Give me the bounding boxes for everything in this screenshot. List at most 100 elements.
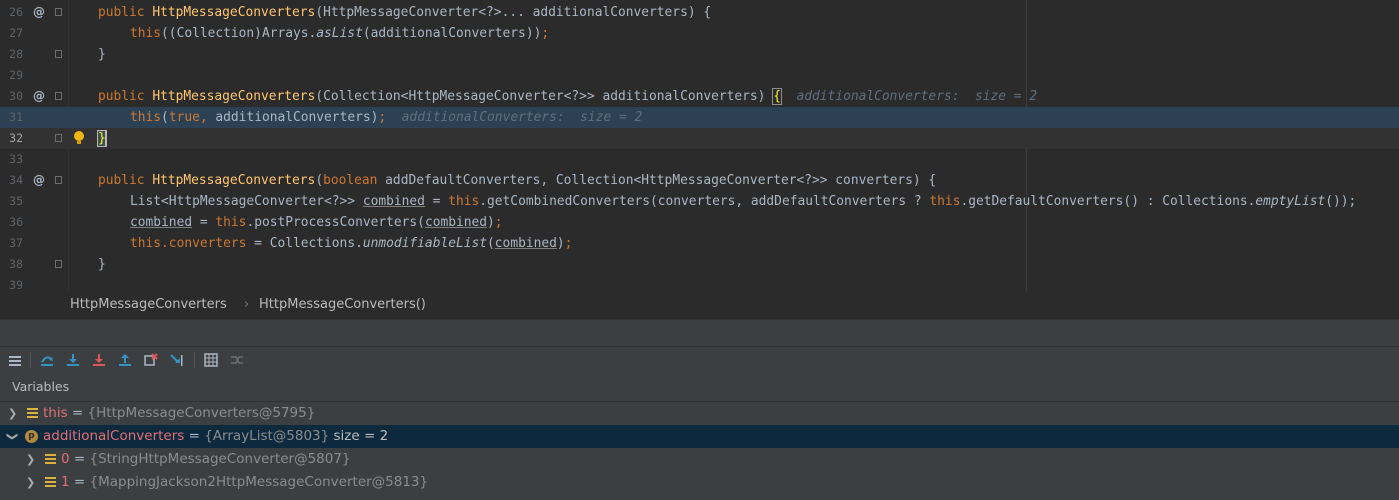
keyword: this bbox=[929, 194, 961, 209]
lightbulb-icon[interactable] bbox=[74, 131, 84, 144]
variable-name: 0 bbox=[61, 451, 70, 467]
evaluate-icon[interactable] bbox=[204, 353, 218, 367]
text-caret bbox=[104, 131, 107, 146]
override-marker-icon[interactable]: @ bbox=[33, 170, 45, 191]
variable-row[interactable]: ❯ this = {HttpMessageConverters@5795} bbox=[0, 402, 1399, 425]
variables-header: Variables bbox=[0, 373, 1399, 402]
fold-end-icon[interactable] bbox=[55, 134, 62, 142]
keyword: this bbox=[130, 110, 162, 125]
static-method: emptyList bbox=[1255, 194, 1326, 209]
parameter-icon: p bbox=[25, 430, 38, 443]
code-text: ( bbox=[315, 173, 324, 188]
static-method: asList bbox=[316, 26, 363, 41]
code-line-39[interactable]: 39 bbox=[0, 275, 1399, 291]
code-line-30[interactable]: 30 @ public HttpMessageConverters(Collec… bbox=[0, 86, 1399, 107]
fold-end-icon[interactable] bbox=[55, 260, 62, 268]
step-out-icon[interactable] bbox=[118, 353, 132, 367]
variable-row-selected[interactable]: ❯ p additionalConverters = {ArrayList@58… bbox=[0, 425, 1399, 448]
keyword: public bbox=[98, 89, 153, 104]
code-text: (additionalConverters)) bbox=[362, 26, 542, 41]
line-number: 27 bbox=[9, 26, 23, 40]
run-to-cursor-icon[interactable] bbox=[170, 353, 184, 367]
variable: combined bbox=[362, 194, 425, 209]
expand-chevron-icon[interactable]: ❯ bbox=[26, 448, 35, 471]
keyword: this bbox=[130, 26, 162, 41]
code-text: } bbox=[98, 47, 106, 62]
field: .converters bbox=[161, 236, 247, 251]
code-line-27[interactable]: 27 this((Collection)Arrays.asList(additi… bbox=[0, 23, 1399, 44]
code-line-26[interactable]: 26 @ public HttpMessageConverters(HttpMe… bbox=[0, 2, 1399, 23]
code-line-34[interactable]: 34 @ public HttpMessageConverters(boolea… bbox=[0, 170, 1399, 191]
field-icon bbox=[45, 454, 56, 465]
line-number: 35 bbox=[9, 194, 23, 208]
code-text: (Collection<HttpMessageConverter<?>> add… bbox=[315, 89, 774, 104]
fold-icon[interactable] bbox=[55, 176, 62, 184]
code-text: ) bbox=[487, 215, 495, 230]
code-line-31-execution-point[interactable]: 31 this(true, additionalConverters); add… bbox=[0, 107, 1399, 128]
code-line-36[interactable]: 36 combined = this.postProcessConverters… bbox=[0, 212, 1399, 233]
step-over-icon[interactable] bbox=[40, 353, 54, 367]
variable: combined bbox=[494, 236, 557, 251]
code-line-33[interactable]: 33 bbox=[0, 149, 1399, 170]
breadcrumb-class[interactable]: HttpMessageConverters bbox=[70, 291, 227, 319]
code-text: = bbox=[192, 215, 216, 230]
keyword: this bbox=[130, 236, 162, 251]
variables-title: Variables bbox=[12, 379, 70, 394]
method-name: HttpMessageConverters bbox=[152, 89, 316, 104]
code-text: List<HttpMessageConverter<?>> bbox=[130, 194, 363, 209]
semicolon: ; bbox=[494, 215, 503, 230]
variable: combined bbox=[130, 215, 193, 230]
code-text: ( bbox=[487, 236, 495, 251]
code-text: addDefaultConverters, Collection<HttpMes… bbox=[385, 173, 937, 188]
breadcrumb-method[interactable]: HttpMessageConverters() bbox=[259, 291, 426, 319]
variable-value: {HttpMessageConverters@5795} bbox=[87, 405, 316, 421]
code-editor[interactable]: 26 @ public HttpMessageConverters(HttpMe… bbox=[0, 0, 1399, 291]
line-number: 34 bbox=[9, 173, 23, 187]
semicolon: ; bbox=[541, 26, 550, 41]
breadcrumb-separator: › bbox=[244, 297, 250, 312]
code-line-37[interactable]: 37 this.converters = Collections.unmodif… bbox=[0, 233, 1399, 254]
fold-icon[interactable] bbox=[55, 92, 62, 100]
field-icon bbox=[27, 408, 38, 419]
debugger-toolbar bbox=[0, 346, 1399, 373]
fold-end-icon[interactable] bbox=[55, 50, 62, 58]
expand-chevron-icon[interactable]: ❯ bbox=[26, 471, 35, 494]
equals-sign: = bbox=[69, 451, 90, 467]
inline-debug-value: additionalConverters: size = 2 bbox=[796, 89, 1038, 104]
code-text: .getDefaultConverters() : Collections. bbox=[960, 194, 1256, 209]
code-line-28[interactable]: 28 } bbox=[0, 44, 1399, 65]
field-icon bbox=[45, 477, 56, 488]
override-marker-icon[interactable]: @ bbox=[33, 2, 45, 23]
code-line-38[interactable]: 38 } bbox=[0, 254, 1399, 275]
code-text: = Collections. bbox=[246, 236, 363, 251]
code-text: ) bbox=[556, 236, 565, 251]
variable-value: {MappingJackson2HttpMessageConverter@581… bbox=[89, 474, 429, 490]
variable-name: this bbox=[43, 405, 68, 421]
equals-sign: = bbox=[67, 405, 88, 421]
keyword: public bbox=[98, 5, 153, 20]
comma: , bbox=[199, 110, 216, 125]
keyword: this bbox=[215, 215, 247, 230]
breadcrumb: HttpMessageConverters › HttpMessageConve… bbox=[0, 291, 1399, 319]
line-number: 29 bbox=[9, 68, 23, 82]
variable-row[interactable]: ❯ 1 = {MappingJackson2HttpMessageConvert… bbox=[0, 471, 1399, 494]
code-line-32-current[interactable]: 32 } bbox=[0, 128, 1399, 149]
override-marker-icon[interactable]: @ bbox=[33, 86, 45, 107]
variable-name: additionalConverters bbox=[43, 428, 185, 444]
line-number: 28 bbox=[9, 47, 23, 61]
code-line-29[interactable]: 29 bbox=[0, 65, 1399, 86]
step-into-icon[interactable] bbox=[66, 353, 80, 367]
list-icon[interactable] bbox=[8, 353, 22, 367]
code-line-35[interactable]: 35 List<HttpMessageConverter<?>> combine… bbox=[0, 191, 1399, 212]
force-step-into-icon[interactable] bbox=[92, 353, 106, 367]
variables-tree[interactable]: ❯ this = {HttpMessageConverters@5795} ❯ … bbox=[0, 402, 1399, 500]
equals-sign: = bbox=[69, 474, 90, 490]
expand-chevron-icon[interactable]: ❯ bbox=[8, 402, 17, 425]
fold-icon[interactable] bbox=[55, 8, 62, 16]
code-text: } bbox=[98, 257, 106, 272]
drop-frame-icon[interactable] bbox=[144, 353, 158, 367]
trace-icon[interactable] bbox=[230, 353, 244, 367]
collapse-chevron-icon[interactable]: ❯ bbox=[1, 432, 24, 441]
variable-row[interactable]: ❯ 0 = {StringHttpMessageConverter@5807} bbox=[0, 448, 1399, 471]
line-number: 33 bbox=[9, 152, 23, 166]
